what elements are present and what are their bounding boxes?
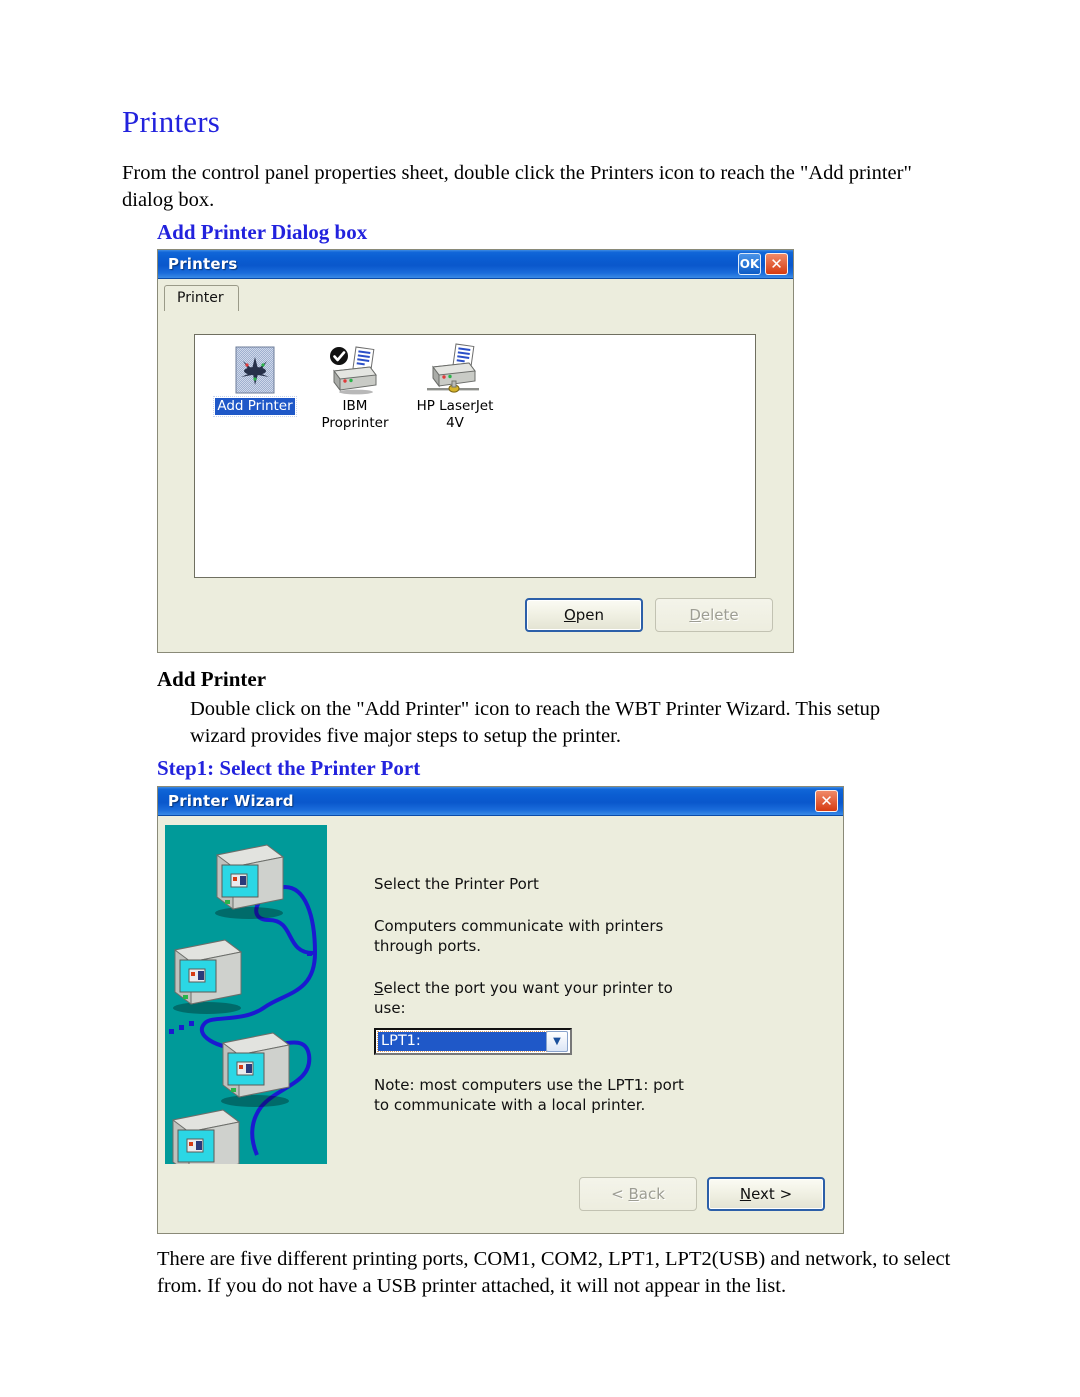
wizard-titlebar: Printer Wizard ✕ (158, 787, 843, 816)
open-button-label: Open (563, 606, 605, 624)
printer-icon-list[interactable]: Add Printer IBM Proprinter HP LaserJet 4… (194, 334, 756, 578)
wizard-heading: Select the Printer Port (374, 875, 539, 893)
page-title: Printers (122, 104, 221, 139)
list-item-hp-laserjet[interactable]: HP LaserJet 4V (403, 343, 507, 432)
printers-button-row: Open Delete (525, 598, 773, 632)
printers-title-text: Printers (168, 255, 238, 273)
wizard-description: Computers communicate with printers thro… (374, 917, 664, 955)
add-printer-paragraph: Double click on the "Add Printer" icon t… (190, 698, 881, 747)
printers-dialog-window: Printers OK ✕ Printer Add Printer IBM Pr… (157, 249, 794, 653)
intro-paragraph: From the control panel properties sheet,… (122, 162, 912, 211)
printer-wizard-window: Printer Wizard ✕ Select the Printer Port… (157, 786, 844, 1234)
delete-button-label: Delete (689, 606, 739, 624)
wizard-title-buttons: ✕ (815, 790, 838, 812)
ports-paragraph: There are five different printing ports,… (157, 1248, 951, 1297)
section-heading-step1: Step1: Select the Printer Port (157, 756, 421, 780)
port-select[interactable]: LPT1: ▼ (374, 1028, 572, 1055)
wizard-button-row: < Back Next > (579, 1177, 825, 1211)
ok-button[interactable]: OK (738, 253, 761, 275)
port-prompt-label: Select the port you want your printer to… (374, 979, 673, 1017)
list-item-label: HP LaserJet (416, 398, 494, 414)
next-button[interactable]: Next > (707, 1177, 825, 1211)
wizard-note: Note: most computers use the LPT1: port … (374, 1076, 684, 1114)
list-item-label: Add Printer (213, 396, 297, 417)
section-heading-add-printer-dialog: Add Printer Dialog box (157, 220, 368, 244)
list-item-label: IBM (342, 398, 368, 414)
tab-printer[interactable]: Printer (164, 285, 239, 311)
wizard-content: Select the Printer Port Computers commun… (374, 874, 694, 1137)
list-item-label-line2: Proprinter (321, 415, 389, 431)
back-button-label: < Back (611, 1185, 665, 1203)
back-button[interactable]: < Back (579, 1177, 697, 1211)
section-heading-add-printer: Add Printer (157, 667, 267, 691)
close-icon[interactable]: ✕ (815, 790, 838, 812)
tab-panel-printer: Add Printer IBM Proprinter HP LaserJet 4… (164, 286, 787, 646)
next-button-label: Next > (739, 1185, 793, 1203)
open-button[interactable]: Open (525, 598, 643, 632)
add-printer-icon (203, 343, 307, 395)
printer-icon (303, 343, 407, 395)
wizard-title-text: Printer Wizard (168, 792, 294, 810)
port-select-value: LPT1: (377, 1031, 547, 1052)
printers-titlebar: Printers OK ✕ (158, 250, 793, 279)
document-page: Printers From the control panel properti… (0, 0, 1080, 1397)
network-printer-icon (403, 343, 507, 395)
list-item-label-line2: 4V (446, 415, 464, 431)
list-item-add-printer[interactable]: Add Printer (203, 343, 307, 417)
chevron-down-icon[interactable]: ▼ (546, 1031, 568, 1052)
close-icon[interactable]: ✕ (765, 253, 788, 275)
delete-button[interactable]: Delete (655, 598, 773, 632)
printers-title-buttons: OK ✕ (738, 253, 788, 275)
list-item-ibm-proprinter[interactable]: IBM Proprinter (303, 343, 407, 432)
network-illustration (165, 825, 327, 1164)
wizard-body: Select the Printer Port Computers commun… (158, 816, 843, 1233)
